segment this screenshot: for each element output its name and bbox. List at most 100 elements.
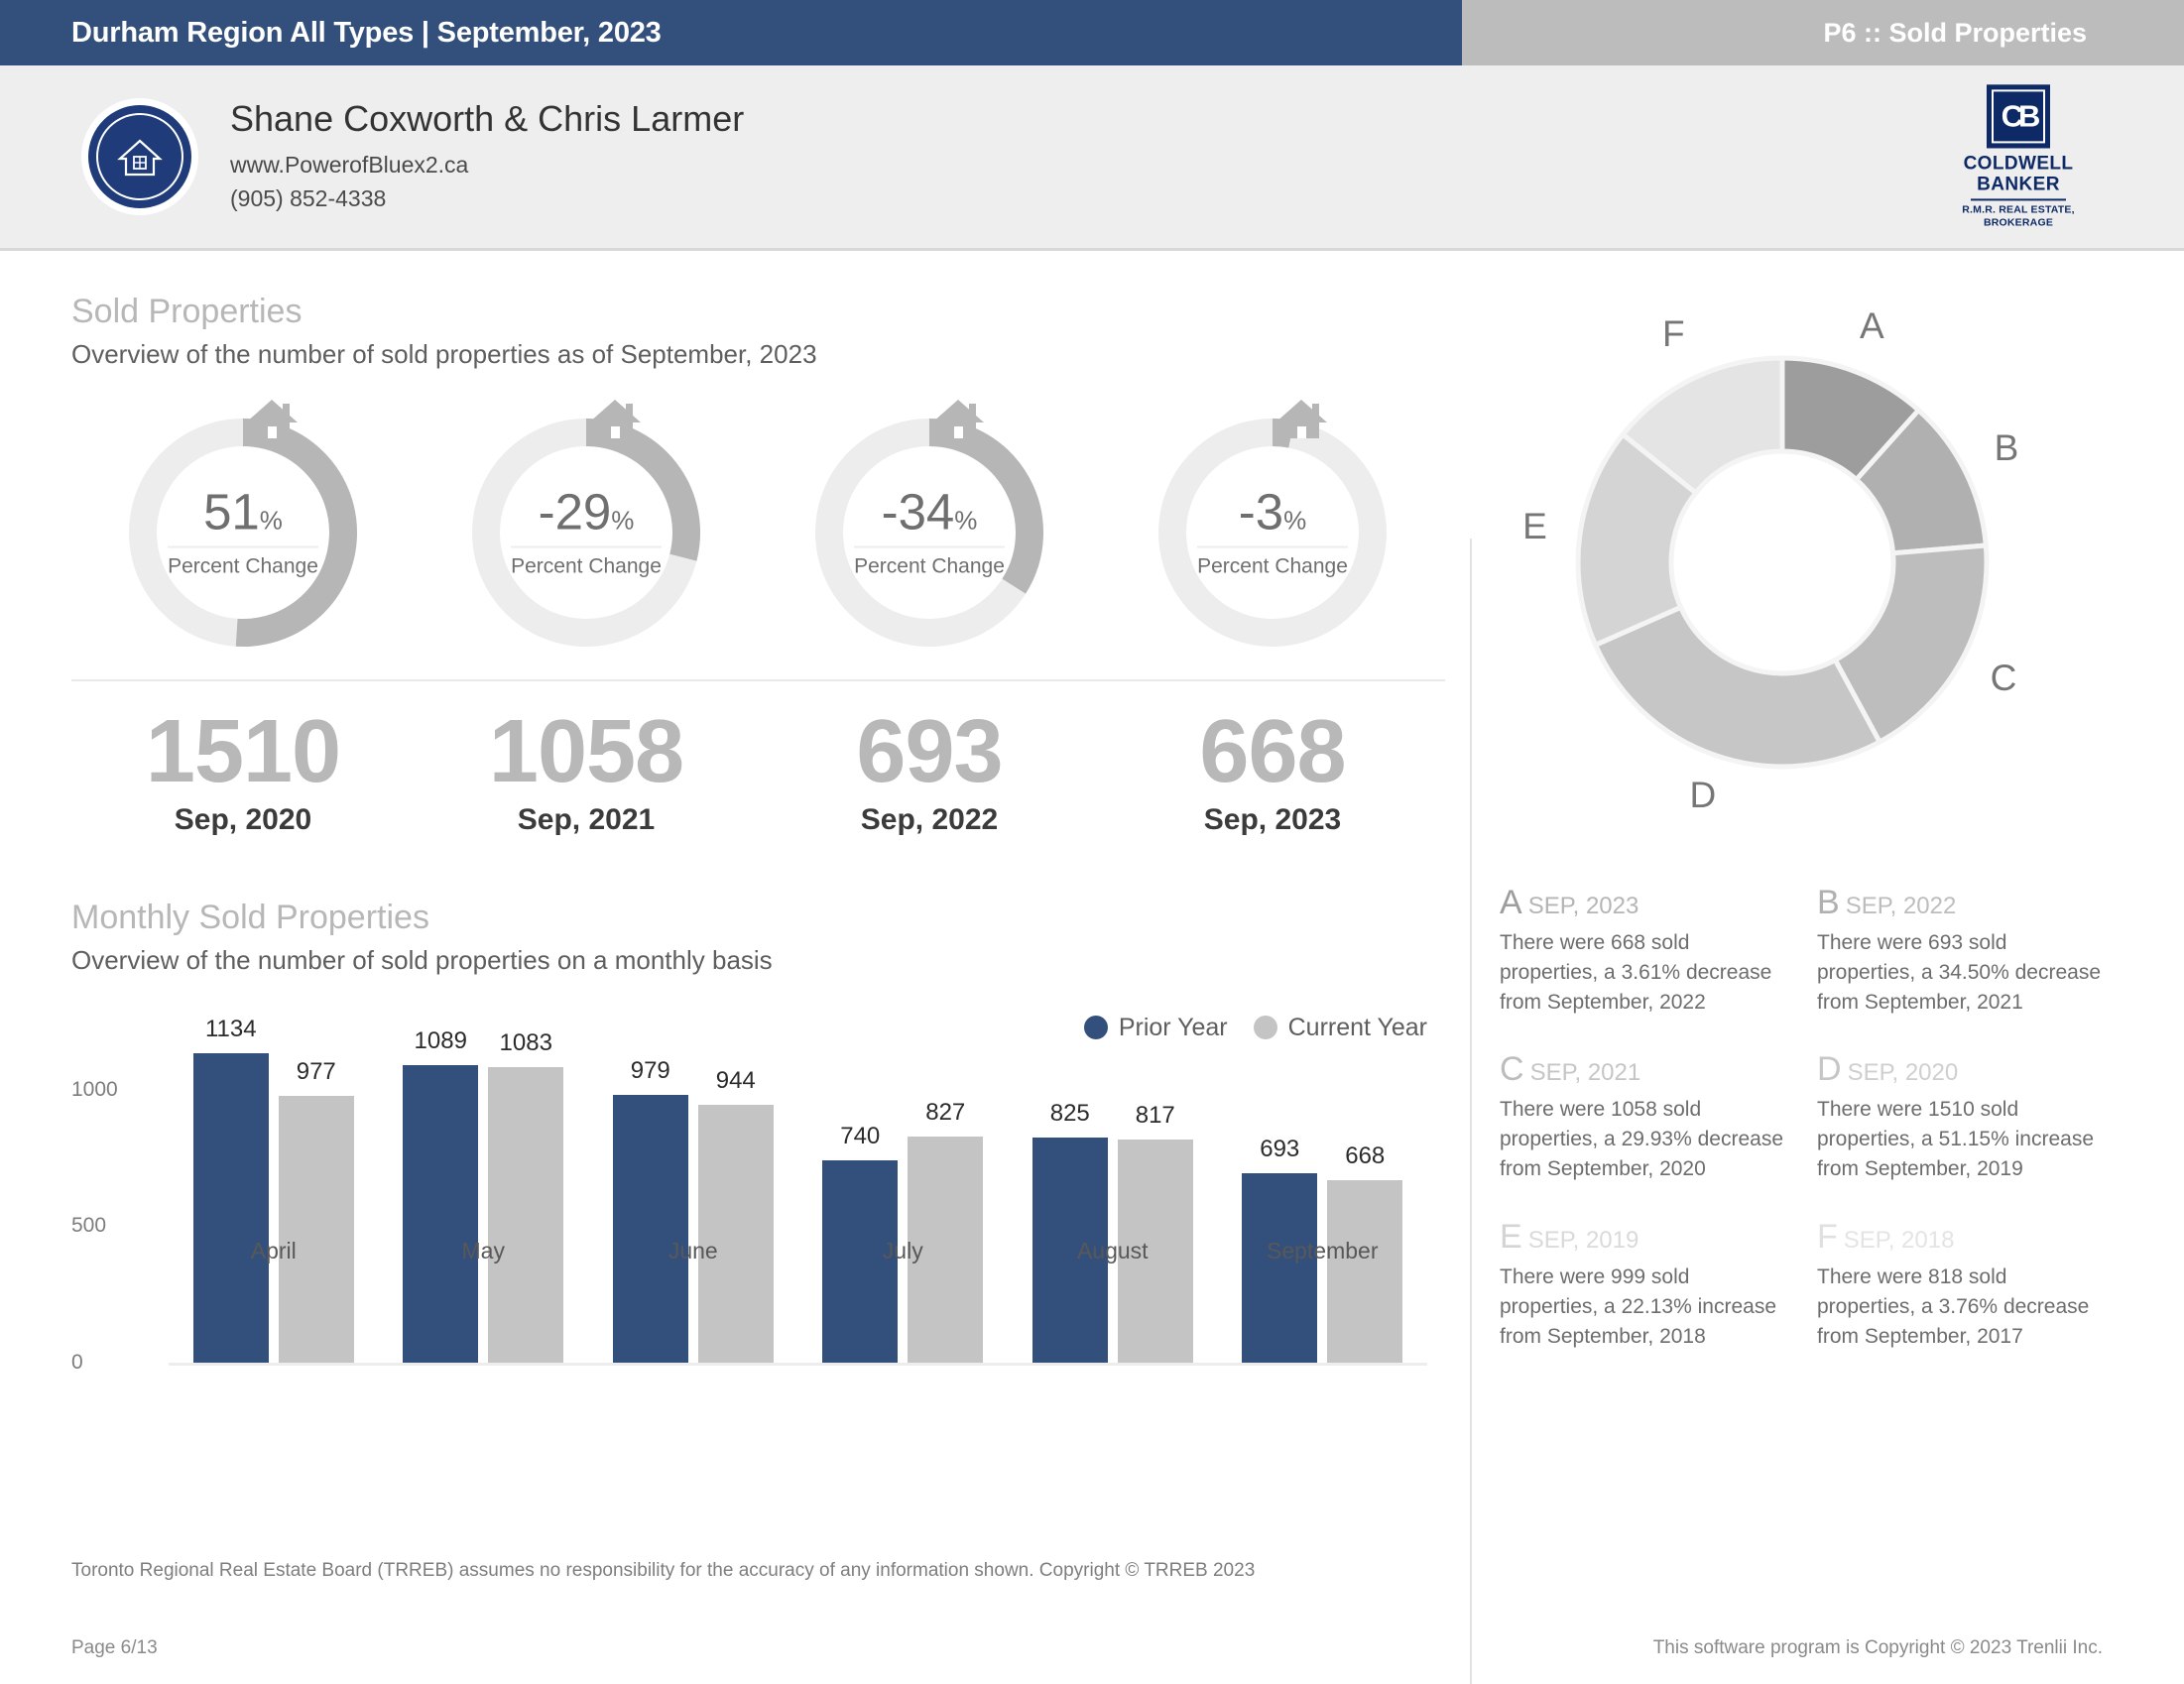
gauge-center: -34% Percent Change [840,487,1019,579]
key-date: SEP, 2022 [1845,893,1957,919]
key-description: There were 818 sold properties, a 3.76% … [1817,1264,2090,1348]
bar-value-label: 693 [1260,1135,1300,1162]
brokerage-logo: CB COLDWELL BANKER R.M.R. REAL ESTATE, B… [1944,84,2093,228]
page-section-label: P6 :: Sold Properties [1462,0,2184,65]
agent-phone[interactable]: (905) 852-4338 [230,182,744,215]
bar[interactable]: 693 [1242,1136,1318,1363]
monthly-subtitle: Overview of the number of sold propertie… [71,944,773,975]
yearly-totals-row: 1510 Sep, 2020 1058 Sep, 2021 693 Sep, 2022 66… [71,705,1445,837]
bar[interactable]: 1134 [192,1016,269,1363]
bar-value-label: 1134 [204,1015,257,1042]
sold-properties-subtitle: Overview of the number of sold propertie… [71,339,817,369]
bar[interactable]: 1089 [403,1027,479,1363]
donut-key-C: C SEP, 2021 There were 1058 sold propertie… [1500,1050,1817,1183]
x-axis-label: September [1266,1237,1379,1263]
key-date: SEP, 2018 [1843,1226,1955,1254]
key-description: There were 668 sold properties, a 3.61% … [1500,931,1772,1014]
gauge-percent-value: -29% [538,483,635,541]
percent-change-gauge: -3% Percent Change [1150,400,1395,656]
gauge-cell-2: -29% Percent Change [415,400,758,656]
key-header: C SEP, 2021 [1500,1050,1789,1089]
cb-monogram: CB [1992,89,2045,144]
percent-change-gauge: -34% Percent Change [806,400,1052,656]
key-header: F SEP, 2018 [1817,1218,2107,1257]
key-date: SEP, 2023 [1527,893,1639,919]
gauge-rule [1197,545,1348,548]
donut-label-F: F [1662,312,1685,354]
sold-properties-donut-chart: A B C D E F [1500,293,2134,848]
key-letter: D [1817,1050,1842,1089]
donut-key-D: D SEP, 2020 There were 1510 sold propertie… [1817,1050,2134,1183]
agent-website[interactable]: www.PowerofBluex2.ca [230,149,744,181]
footer-disclaimer: Toronto Regional Real Estate Board (TRRE… [71,1560,1256,1581]
gauge-rule [168,545,318,548]
brokerage-divider [1971,198,2066,201]
gauge-label: Percent Change [168,554,318,578]
bar-group: 1134 977 [169,1016,379,1363]
donut-label-A: A [1860,304,1884,346]
report-title: Durham Region All Types | September, 202… [0,0,1462,65]
donut-label-E: E [1522,506,1547,547]
bar-value-label: 740 [840,1123,881,1149]
realtor-seal-icon [88,105,191,208]
bar[interactable]: 944 [697,1067,774,1363]
brokerage-sub1: R.M.R. REAL ESTATE, [1962,203,2075,216]
agent-band: Shane Coxworth & Chris Larmer www.Powero… [0,65,2184,251]
yearly-total-label: Sep, 2022 [860,802,999,836]
key-header: A SEP, 2023 [1500,884,1789,922]
key-description: There were 1058 sold properties, a 29.93… [1500,1098,1784,1181]
gauge-label: Percent Change [1197,554,1348,578]
bar-group: 979 944 [588,1035,798,1363]
gauge-percent-value: 51% [203,483,283,541]
bar-group: 825 817 [1008,1035,1218,1363]
donut-key-B: B SEP, 2022 There were 693 sold properties… [1817,884,2134,1017]
x-axis-label: August [1076,1237,1149,1263]
left-column: Sold Properties Overview of the number o… [71,293,1445,1374]
gauge-percent-symbol: % [259,505,283,536]
donut-slice-D[interactable] [1592,604,1883,770]
agent-name: Shane Coxworth & Chris Larmer [230,98,745,140]
bar-value-label: 827 [925,1099,966,1127]
yearly-total-2: 1058 Sep, 2021 [415,705,758,837]
key-header: B SEP, 2022 [1817,884,2107,922]
bar-value-label: 979 [630,1057,670,1085]
brokerage-line2: BANKER [1977,173,2060,194]
footer-copyright: This software program is Copyright © 202… [1652,1637,2103,1658]
sold-properties-title: Sold Properties [71,293,303,330]
brokerage-line1: COLDWELL [1963,153,2074,175]
bar[interactable]: 1083 [488,1029,564,1363]
bar[interactable]: 668 [1327,1143,1403,1363]
x-axis-line [169,1362,1427,1366]
donut-key-F: F SEP, 2018 There were 818 sold properties… [1817,1218,2134,1351]
bar[interactable]: 977 [278,1058,354,1363]
gauge-cell-4: -3% Percent Change [1101,400,1444,656]
gauge-percent-value: -34% [881,483,978,541]
bar[interactable]: 979 [612,1057,688,1363]
donut-legend-keys: A SEP, 2023 There were 668 sold properties… [1500,884,2134,1384]
donut-key-E: E SEP, 2019 There were 999 sold properties… [1500,1218,1817,1351]
gauge-rule [511,545,662,548]
gauge-label: Percent Change [511,554,662,578]
bar-groups: 1134 977 1089 1083 979 944 740 827 825 817 693 668 [169,1016,1427,1363]
gauge-sign: - [1238,483,1256,541]
bar-group: 1089 1083 [379,1027,589,1363]
key-letter: E [1500,1217,1522,1256]
x-axis-labels: April May June July August September [169,1238,1427,1264]
key-description: There were 693 sold properties, a 34.50%… [1817,931,2102,1014]
donut-label-D: D [1689,775,1717,816]
gauge-percent-symbol: % [954,505,978,536]
gauge-percent-symbol: % [611,505,635,536]
donut-label-C: C [1990,657,2017,698]
monthly-bar-chart: 1134 977 1089 1083 979 944 740 827 825 817 693 668 … [71,1016,1445,1374]
gauge-number-divider [71,679,1445,681]
key-description: There were 999 sold properties, a 22.13%… [1500,1264,1776,1348]
key-letter: F [1817,1217,1838,1256]
column-divider [1470,539,1472,1684]
bar-value-label: 1089 [414,1027,467,1055]
bar-value-label: 944 [715,1066,756,1094]
yearly-total-label: Sep, 2023 [1203,802,1342,836]
x-axis-label: May [461,1237,505,1263]
y-axis-tick-1000: 1000 [71,1077,118,1101]
bar-value-label: 977 [296,1057,336,1085]
gauge-cell-1: 51% Percent Change [71,400,415,656]
